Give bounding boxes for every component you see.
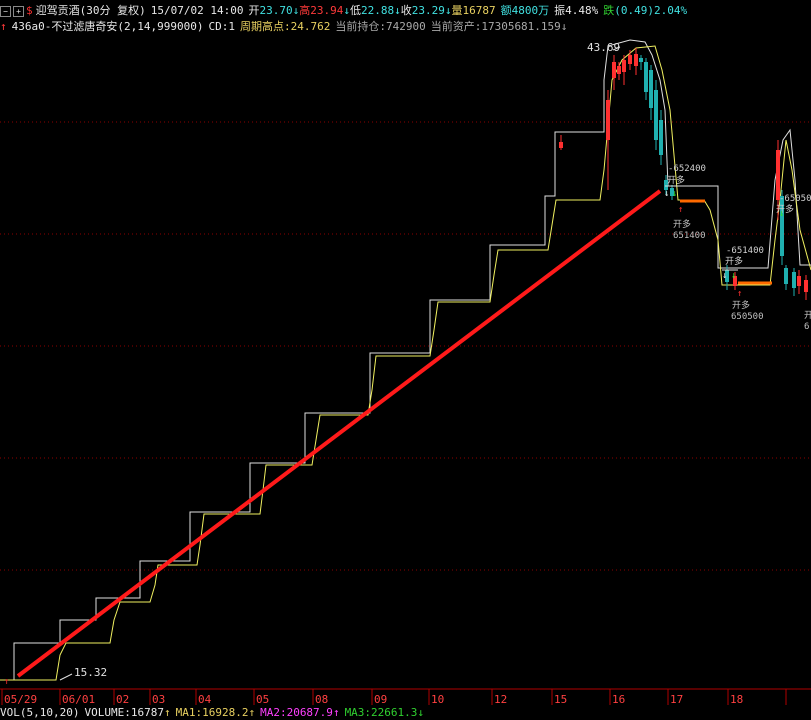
candle-body-21 (804, 280, 808, 292)
up-marker-2: ↑ (4, 677, 9, 687)
x-tick-label-0: 05/29 (4, 693, 37, 706)
volume-header: VOL(5,10,20) VOLUME:16787↑ MA1:16928.2↑ MA2… (0, 706, 424, 720)
x-axis: 05/29 06/01 02 03 04 05 08 09 10 12 15 16 17 18 (0, 688, 811, 706)
down-marker-4: ↓ (779, 209, 784, 219)
signal-text-1: 开多 (732, 299, 750, 311)
ma3-text: MA3:22661.3 (344, 706, 418, 719)
candle-body-10 (654, 90, 658, 140)
price-chart[interactable]: -652400-651400-650500开多开多开多↓↓↓↓↓↑↑↑开多651… (0, 0, 811, 706)
x-tick-label-10: 15 (554, 693, 567, 706)
signal-marks: -652400-651400-650500开多开多开多↓↓↓↓↓↑↑↑开多651… (4, 164, 811, 687)
x-tick-label-5: 05 (256, 693, 269, 706)
ma2-text: MA2:20687.9 (260, 706, 333, 719)
signal-value-2: 6 (804, 322, 809, 332)
candle-body-20 (797, 276, 801, 286)
candle-body-0 (559, 142, 563, 148)
x-tick-label-4: 04 (198, 693, 212, 706)
x-tick-label-3: 03 (152, 693, 165, 706)
ma3-down-icon: ↓ (417, 706, 425, 719)
trend-line (16, 189, 662, 678)
marker-label-2: -650500 (779, 194, 811, 204)
candles (559, 48, 808, 300)
x-tick-label-1: 06/01 (62, 693, 95, 706)
marker-label-0: -652400 (668, 164, 706, 174)
signal-value-1: 650500 (731, 312, 764, 322)
volume-up-icon: ↑ (163, 706, 171, 719)
down-marker-3: ↓ (731, 271, 736, 281)
candle-body-18 (784, 268, 788, 284)
signal-text-2: 开多 (804, 309, 811, 321)
candle-body-6 (634, 54, 638, 66)
down-marker-2: ↓ (722, 271, 727, 281)
ma2-up-icon: ↑ (332, 706, 340, 719)
candle-body-5 (628, 55, 632, 64)
grid-lines (0, 121, 811, 571)
candle-body-4 (622, 60, 626, 72)
candle-body-19 (792, 272, 796, 288)
candle-body-11 (659, 120, 663, 155)
min-price-pointer (59, 673, 73, 681)
x-tick-label-9: 12 (494, 693, 507, 706)
ma1-up-icon: ↑ (248, 706, 256, 719)
min-price-label: 15.32 (74, 666, 107, 679)
candle-body-1 (606, 100, 610, 140)
candle-body-8 (644, 62, 648, 92)
candle-body-3 (617, 66, 621, 74)
volume-text: VOLUME:16787 (84, 706, 164, 719)
vol-label[interactable]: VOL(5,10,20) (0, 706, 79, 719)
x-tick-label-6: 08 (315, 693, 328, 706)
ma1-text: MA1:16928.2 (175, 706, 249, 719)
down-marker-1: ↓ (672, 189, 677, 199)
marker-label-1: -651400 (726, 246, 764, 256)
up-marker-1: ↑ (737, 289, 742, 299)
x-tick-label-7: 09 (374, 693, 387, 706)
up-marker-0: ↑ (678, 205, 683, 215)
channel-lower-line (0, 45, 811, 681)
x-tick-label-8: 10 (431, 693, 444, 706)
x-tick-label-13: 18 (730, 693, 743, 706)
candle-body-2 (612, 62, 616, 78)
open-long-mark-0: 开多 (667, 174, 685, 186)
candle-body-7 (639, 58, 643, 62)
signal-value-0: 651400 (673, 231, 706, 241)
max-price-label: 43.69 (587, 41, 620, 54)
open-long-mark-1: 开多 (725, 255, 743, 267)
x-tick-label-12: 17 (670, 693, 683, 706)
x-tick-label-11: 16 (612, 693, 625, 706)
channel-upper-line (0, 39, 811, 681)
x-tick-label-2: 02 (116, 693, 129, 706)
candle-body-9 (649, 70, 653, 108)
down-marker-0: ↓ (664, 189, 669, 199)
signal-text-0: 开多 (673, 218, 691, 230)
candle-body-16 (776, 150, 780, 200)
